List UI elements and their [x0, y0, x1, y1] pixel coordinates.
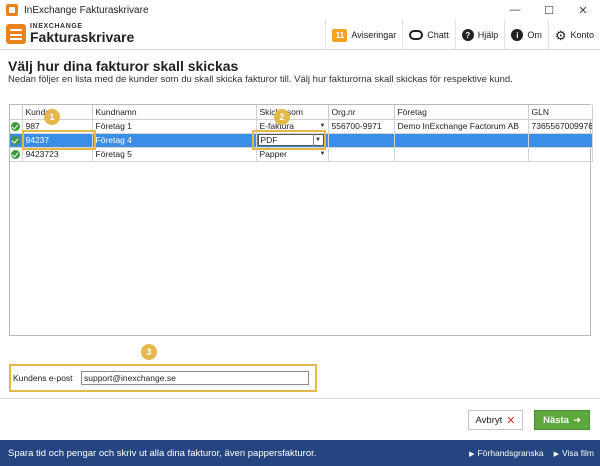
- col-status: [10, 105, 23, 120]
- nav-help[interactable]: ? Hjälp: [454, 20, 505, 50]
- cell-kundnr[interactable]: 94237: [22, 133, 93, 148]
- customer-grid: Kundnr Kundnamn Skicka som Org.nr Företa…: [9, 104, 593, 336]
- nav-notifications[interactable]: 11 Aviseringar: [325, 20, 402, 50]
- nav-about-label: Om: [527, 30, 542, 40]
- table-row[interactable]: 94237 Företag 4 PDF ▼: [10, 133, 593, 148]
- info-icon: i: [511, 29, 524, 41]
- nav-account[interactable]: ⚙ Konto: [547, 20, 600, 50]
- cell-org-nr[interactable]: 556700-9971: [328, 119, 395, 134]
- cell-foretag[interactable]: Demo InExchange Factorum AB: [394, 119, 529, 134]
- cell-skicka-som[interactable]: PDF ▼: [256, 133, 329, 148]
- top-nav: 11 Aviseringar Chatt ? Hjälp i Om ⚙ Kont…: [325, 20, 600, 50]
- notifications-badge-icon: 11: [332, 28, 348, 42]
- cell-kundnamn[interactable]: Företag 1: [92, 119, 257, 134]
- close-icon: ✕: [506, 414, 516, 427]
- marker-1: 1: [44, 109, 60, 125]
- cancel-button-label: Avbryt: [475, 414, 503, 426]
- col-skicka-som[interactable]: Skicka som: [256, 105, 329, 120]
- page-title: Välj hur dina fakturor skall skickas: [8, 58, 239, 74]
- arrow-right-icon: ➜: [572, 414, 581, 426]
- cell-org-nr[interactable]: [328, 133, 395, 148]
- col-kundnamn[interactable]: Kundnamn: [92, 105, 257, 120]
- cell-kundnamn[interactable]: Företag 4: [92, 133, 257, 148]
- cell-skicka-som[interactable]: Papper ▼: [256, 147, 329, 162]
- next-button[interactable]: Nästa ➜: [534, 410, 590, 430]
- minimize-button[interactable]: —: [498, 0, 532, 20]
- cell-kundnr[interactable]: 9423723: [22, 147, 93, 162]
- chevron-down-icon[interactable]: ▼: [318, 120, 328, 132]
- customer-email-label: Kundens e-post: [13, 373, 73, 383]
- play-icon: ▶: [553, 451, 560, 458]
- customer-email-input[interactable]: [81, 371, 309, 385]
- col-gln[interactable]: GLN: [528, 105, 593, 120]
- gear-icon: ⚙: [554, 27, 567, 43]
- cell-org-nr[interactable]: [328, 147, 395, 162]
- footer-links: ▶ Förhandsgranska ▶ Visa film: [459, 440, 594, 466]
- video-link[interactable]: ▶ Visa film: [554, 448, 594, 458]
- cell-foretag[interactable]: [394, 147, 529, 162]
- col-foretag[interactable]: Företag: [394, 105, 529, 120]
- chevron-down-icon[interactable]: ▼: [318, 148, 328, 160]
- grid-header-row: Kundnr Kundnamn Skicka som Org.nr Företa…: [10, 105, 593, 120]
- row-status: [10, 119, 23, 134]
- window-controls: — ☐ ✕: [498, 0, 600, 20]
- cell-gln[interactable]: [528, 147, 593, 162]
- nav-chat[interactable]: Chatt: [402, 20, 455, 50]
- send-method-dropdown[interactable]: Papper ▼: [260, 148, 328, 160]
- send-method-dropdown[interactable]: E-faktura ▼: [260, 120, 328, 132]
- nav-notifications-label: Aviseringar: [351, 30, 397, 40]
- app-icon: [6, 4, 18, 16]
- app-header: INEXCHANGE Fakturaskrivare 11 Aviseringa…: [0, 20, 600, 50]
- check-icon: [11, 122, 21, 132]
- page-subtitle: Nedan följer en lista med de kunder som …: [8, 74, 513, 85]
- marker-2: 2: [274, 109, 290, 125]
- video-link-label: Visa film: [562, 448, 594, 458]
- cancel-button[interactable]: Avbryt ✕: [468, 410, 523, 430]
- nav-help-label: Hjälp: [477, 30, 499, 40]
- window-titlebar: InExchange Fakturaskrivare — ☐ ✕: [0, 0, 600, 20]
- customer-email-row: Kundens e-post: [9, 364, 317, 392]
- divider: [0, 398, 600, 399]
- table-row[interactable]: 9423723 Företag 5 Papper ▼: [10, 147, 593, 162]
- chat-icon: [409, 30, 424, 40]
- row-status: [10, 133, 23, 148]
- logo-icon: [6, 23, 26, 44]
- close-button[interactable]: ✕: [566, 0, 600, 20]
- next-button-label: Nästa: [543, 414, 569, 426]
- cell-skicka-som[interactable]: E-faktura ▼: [256, 119, 329, 134]
- footer-message: Spara tid och pengar och skriv ut alla d…: [8, 447, 317, 459]
- check-icon: [11, 150, 21, 160]
- nav-about[interactable]: i Om: [504, 20, 548, 50]
- preview-link-label: Förhandsgranska: [477, 448, 544, 458]
- row-status: [10, 147, 23, 162]
- preview-link[interactable]: ▶ Förhandsgranska: [469, 448, 544, 458]
- logo-product: Fakturaskrivare: [30, 29, 135, 45]
- help-icon: ?: [461, 29, 474, 41]
- cell-kundnamn[interactable]: Företag 5: [92, 147, 257, 162]
- send-method-value: PDF: [260, 135, 278, 145]
- check-icon: [11, 136, 21, 146]
- send-method-dropdown[interactable]: PDF ▼: [257, 134, 324, 146]
- logo: INEXCHANGE Fakturaskrivare: [6, 23, 134, 44]
- window-title: InExchange Fakturaskrivare: [24, 4, 149, 16]
- footer-bar: Spara tid och pengar och skriv ut alla d…: [0, 440, 600, 466]
- play-icon: ▶: [469, 451, 475, 458]
- maximize-button[interactable]: ☐: [532, 0, 566, 20]
- chevron-down-icon[interactable]: ▼: [312, 134, 323, 146]
- nav-chat-label: Chatt: [427, 30, 449, 40]
- nav-account-label: Konto: [570, 30, 594, 40]
- send-method-value: E-faktura: [259, 121, 295, 131]
- marker-3: 3: [141, 344, 157, 360]
- send-method-value: Papper: [259, 149, 287, 159]
- table-row[interactable]: 987 Företag 1 E-faktura ▼ 556700-9971 De…: [10, 119, 593, 134]
- cell-gln[interactable]: [528, 133, 593, 148]
- cell-gln[interactable]: 7365567009976: [528, 119, 593, 134]
- col-org-nr[interactable]: Org.nr: [328, 105, 395, 120]
- cell-foretag[interactable]: [394, 133, 529, 148]
